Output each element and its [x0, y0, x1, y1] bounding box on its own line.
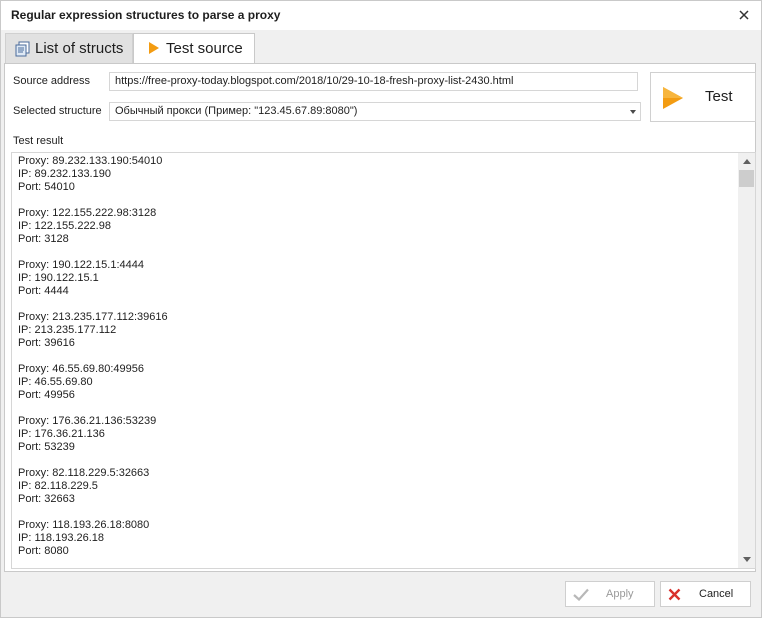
close-button[interactable]: [733, 4, 755, 26]
play-icon: [148, 41, 160, 59]
check-icon: [573, 588, 589, 604]
scroll-down-icon[interactable]: [738, 551, 755, 568]
selected-structure-value: Обычный прокси (Пример: "123.45.67.89:80…: [115, 105, 358, 117]
scroll-up-icon[interactable]: [738, 153, 755, 170]
selected-structure-label: Selected structure: [13, 105, 102, 117]
cancel-button-label: Cancel: [699, 588, 734, 600]
play-icon: [661, 86, 685, 113]
tab-list-of-structs[interactable]: List of structs: [5, 33, 133, 63]
apply-button[interactable]: Apply: [565, 581, 655, 607]
tab-test-source[interactable]: Test source: [133, 33, 255, 64]
chevron-down-icon: [630, 110, 636, 114]
apply-button-label: Apply: [606, 588, 634, 600]
cancel-x-icon: [668, 588, 681, 604]
source-address-input[interactable]: https://free-proxy-today.blogspot.com/20…: [109, 72, 638, 91]
close-icon: [739, 10, 749, 20]
source-address-label: Source address: [13, 75, 91, 87]
tab-test-source-label: Test source: [166, 40, 243, 57]
test-source-panel: Source address https://free-proxy-today.…: [4, 63, 756, 572]
test-result-textarea[interactable]: Proxy: 89.232.133.190:54010 IP: 89.232.1…: [11, 152, 756, 569]
struct-list-icon: [15, 41, 31, 61]
tab-list-of-structs-label: List of structs: [35, 40, 124, 57]
selected-structure-combo[interactable]: Обычный прокси (Пример: "123.45.67.89:80…: [109, 102, 641, 121]
test-result-text: Proxy: 89.232.133.190:54010 IP: 89.232.1…: [18, 155, 168, 557]
vertical-scrollbar[interactable]: [738, 153, 755, 568]
test-button[interactable]: Test: [650, 72, 756, 122]
dialog-window: Regular expression structures to parse a…: [0, 0, 762, 618]
test-button-label: Test: [705, 88, 733, 105]
cancel-button[interactable]: Cancel: [660, 581, 751, 607]
scrollbar-thumb[interactable]: [739, 170, 754, 187]
window-title: Regular expression structures to parse a…: [11, 8, 281, 22]
test-result-label: Test result: [13, 135, 64, 147]
tab-strip: List of structs Test source: [1, 30, 761, 64]
title-bar: Regular expression structures to parse a…: [1, 1, 761, 30]
